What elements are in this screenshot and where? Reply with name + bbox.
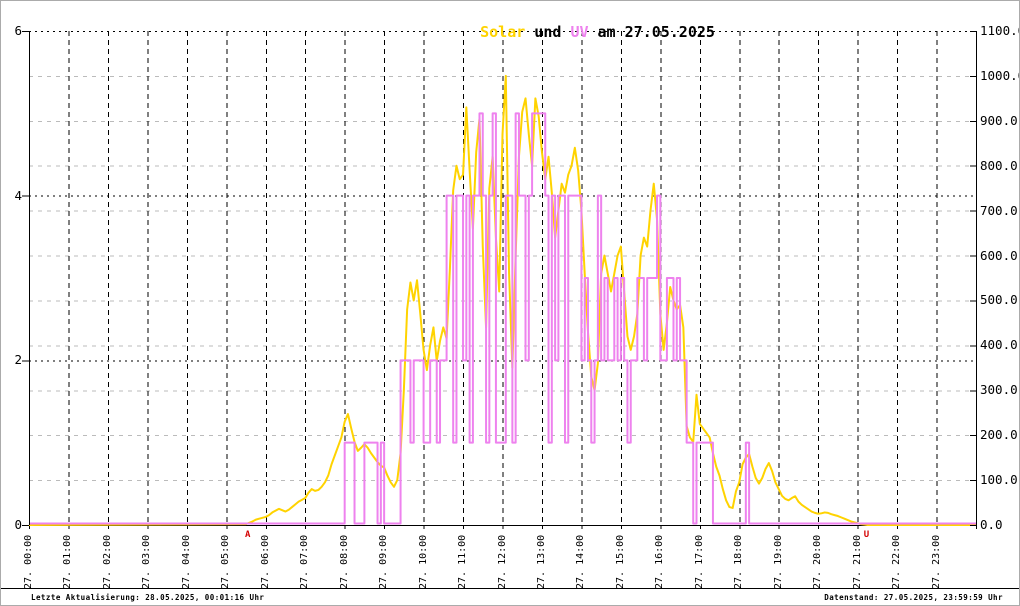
y-left-tick-label: 2	[14, 352, 22, 368]
y-right-tick-label: 400.0	[980, 337, 1018, 353]
y-right-tick-label: 200.0	[980, 427, 1018, 443]
chart-canvas	[22, 31, 977, 529]
y-right-tick-label: 700.0	[980, 202, 1018, 218]
y-right-tick-label: 0.0	[980, 517, 1003, 532]
y-left-tick-label: 0	[14, 517, 22, 532]
chart-window: Solar und UV am 27.05.2025 0 2 4 6 0.0 100.0 2…	[0, 0, 1020, 606]
x-tick-label: 27. 09:00	[378, 534, 390, 589]
x-tick-label: 27. 14:00	[575, 534, 587, 589]
data-state-text: Datenstand: 27.05.2025, 23:59:59 Uhr	[824, 593, 1003, 602]
y-right-tick-label: 1100.0	[980, 23, 1019, 38]
x-tick-label: 27. 23:00	[930, 534, 942, 589]
x-tick-label: 27. 16:00	[654, 534, 666, 589]
x-tick-label: 27. 22:00	[891, 534, 903, 589]
x-tick-label: 27. 04:00	[180, 534, 192, 589]
x-tick-label: 27. 11:00	[457, 534, 469, 589]
y-right-tick-label: 300.0	[980, 382, 1018, 398]
x-tick-label: 27. 00:00	[23, 534, 34, 589]
chart-title: Solar und UV am 27.05.2025	[444, 5, 715, 59]
x-tick-label: 27. 07:00	[299, 534, 311, 589]
x-tick-label: 27. 06:00	[259, 534, 271, 589]
y-left-tick-label: 6	[14, 23, 22, 38]
x-tick-label: 27. 17:00	[693, 534, 705, 589]
y-right-tick-label: 900.0	[980, 112, 1018, 128]
x-tick-label: 27. 01:00	[62, 534, 74, 589]
x-tick-label: 27. 10:00	[417, 534, 429, 589]
x-tick-label: 27. 13:00	[535, 534, 547, 589]
y-right-tick-label: 1000.0	[980, 67, 1019, 83]
x-tick-label: 27. 02:00	[101, 534, 113, 589]
x-tick-label: 27. 18:00	[733, 534, 745, 589]
y-right-tick-label: 600.0	[980, 247, 1018, 263]
x-tick-label: 27. 21:00	[851, 534, 863, 589]
sunrise-marker: A	[244, 530, 251, 540]
y-right-tick-label: 800.0	[980, 157, 1018, 173]
chart-title-date: am 27.05.2025	[588, 23, 715, 41]
x-tick-label: 27. 05:00	[220, 534, 232, 589]
x-tick-label: 27. 20:00	[812, 534, 824, 589]
y-left-tick-label: 4	[14, 187, 22, 203]
y-right-tick-label: 100.0	[980, 472, 1018, 488]
chart-title-solar: Solar	[480, 23, 526, 41]
chart-title-und: und	[525, 23, 571, 41]
x-tick-label: 27. 08:00	[338, 534, 350, 589]
x-tick-label: 27. 19:00	[772, 534, 784, 589]
last-update-text: Letzte Aktualisierung: 28.05.2025, 00:01…	[31, 593, 265, 602]
x-tick-label: 27. 15:00	[614, 534, 626, 589]
sunset-marker: U	[863, 530, 870, 540]
footer-divider	[1, 588, 1019, 589]
x-tick-label: 27. 03:00	[141, 534, 153, 589]
x-tick-label: 27. 12:00	[496, 534, 508, 589]
chart-title-uv: UV	[570, 23, 589, 41]
y-right-tick-label: 500.0	[980, 292, 1018, 308]
